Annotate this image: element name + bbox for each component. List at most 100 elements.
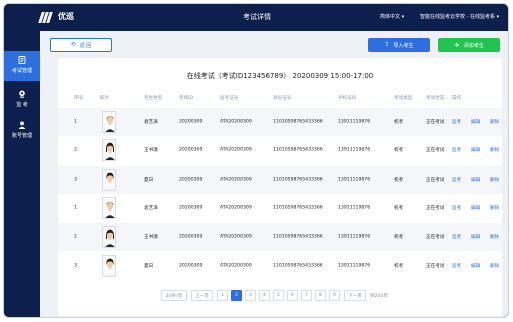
language-selector[interactable]: 简体中文 ▾ [380, 13, 404, 20]
monitor-icon [18, 90, 26, 98]
candidate-name: 袁艺泽 [144, 206, 158, 211]
edit-link[interactable]: 编辑 [471, 263, 480, 269]
table-row: 3 夏日 20200309 ATA20200309 11010598765433366 1… [58, 252, 502, 280]
candidate-name: 王书潇 [144, 235, 158, 240]
page-button[interactable]: 5 [273, 290, 284, 301]
proctor-link[interactable]: 监考 [452, 177, 461, 183]
sidebar-item-label: 监 考 [16, 102, 28, 108]
room-id: 20200309 [179, 177, 203, 183]
phone-number: 13911119876 [338, 147, 371, 153]
id-card-number: 11010598765433366 [273, 263, 323, 269]
table-row: 2 王书潇 20200309 ATA20200309 11010598765433366… [58, 223, 502, 251]
admission-ticket: ATA20200309 [220, 205, 252, 211]
exam-status: 正在考试 [426, 148, 445, 153]
column-header: 操作 [452, 96, 462, 101]
page-button[interactable]: 8 [315, 290, 326, 301]
delete-link[interactable]: 删除 [490, 177, 499, 183]
page-button[interactable]: 1 [217, 290, 228, 301]
room-id: 20200309 [179, 263, 203, 269]
room-id: 20200309 [179, 234, 203, 240]
page-button[interactable]: 7 [301, 290, 312, 301]
add-candidate-button[interactable]: + 添加考生 [438, 38, 500, 52]
proctor-link[interactable]: 监考 [452, 263, 461, 269]
exam-status: 正在考试 [426, 178, 445, 183]
plus-icon: + [454, 41, 460, 49]
candidate-photo [102, 255, 116, 277]
edit-link[interactable]: 编辑 [471, 205, 480, 211]
room-id: 20200309 [179, 119, 203, 125]
document-icon [18, 56, 26, 64]
admission-ticket: ATA20200309 [220, 177, 252, 183]
edit-link[interactable]: 编辑 [471, 147, 480, 153]
delete-link[interactable]: 删除 [490, 147, 499, 153]
exam-type: 机考 [394, 206, 404, 211]
proctor-link[interactable]: 监考 [452, 234, 461, 240]
table-row: 3 夏日 20200309 ATA20200309 11010598765433366 1… [58, 166, 502, 194]
row-index: 1 [74, 119, 77, 125]
admission-ticket: ATA20200309 [220, 234, 252, 240]
room-id: 20200309 [179, 147, 203, 153]
edit-link[interactable]: 编辑 [471, 177, 480, 183]
arrow-left-icon: ⟲ [70, 41, 76, 48]
page-size-select[interactable]: 20条/页 [161, 290, 187, 301]
candidate-photo [102, 169, 116, 191]
import-button-label: 导入考生 [393, 42, 414, 49]
candidate-photo [102, 139, 116, 161]
upload-icon: ⇪ [384, 41, 390, 48]
back-button[interactable]: ⟲ 返 回 [50, 38, 112, 52]
id-card-number: 11010598765433366 [273, 147, 323, 153]
import-candidates-button[interactable]: ⇪ 导入考生 [368, 38, 430, 52]
row-index: 2 [74, 234, 77, 240]
page-jump[interactable]: 到200页 [370, 293, 388, 299]
delete-link[interactable]: 删除 [490, 119, 499, 125]
exam-type: 机考 [394, 120, 404, 125]
phone-number: 13911119876 [338, 234, 371, 240]
column-header: 照片 [100, 96, 110, 101]
edit-link[interactable]: 编辑 [471, 234, 480, 240]
next-page-button[interactable]: 下一页 [344, 290, 366, 301]
row-index: 1 [74, 205, 77, 211]
exam-status: 正在考试 [426, 120, 445, 125]
exam-status: 正在考试 [426, 206, 445, 211]
column-header: 身份证号 [273, 96, 292, 101]
page-button[interactable]: 3 [245, 290, 256, 301]
candidate-name: 夏日 [144, 264, 154, 269]
sidebar-item-account-management[interactable]: 账号管理 [4, 116, 40, 146]
table-header: 序号 照片 考生姓名 考场ID 准考证号 身份证号 手机号码 考试类型 考试状态 操作 [58, 91, 502, 105]
column-header: 考场ID [179, 96, 194, 101]
user-icon [18, 121, 26, 129]
main-content: ⟲ 返 回 ⇪ 导入考生 + 添加考生 在线考试（考试ID123456789） … [40, 31, 508, 317]
candidate-photo [102, 197, 116, 219]
column-header: 考生姓名 [144, 96, 163, 101]
column-header: 准考证号 [220, 96, 239, 101]
proctor-link[interactable]: 监考 [452, 205, 461, 211]
row-index: 3 [74, 263, 77, 269]
proctor-link[interactable]: 监考 [452, 119, 461, 125]
exam-title: 在线考试（考试ID123456789） 20200309 15:00-17:00 [186, 72, 374, 80]
delete-link[interactable]: 删除 [490, 263, 499, 269]
page-button[interactable]: 4 [259, 290, 270, 301]
back-button-label: 返 回 [79, 42, 92, 49]
add-button-label: 添加考生 [463, 42, 484, 49]
admission-ticket: ATA20200309 [220, 263, 252, 269]
row-index: 2 [74, 147, 77, 153]
prev-page-button[interactable]: 上一页 [191, 290, 213, 301]
sidebar-item-exam-management[interactable]: 考试管理 [4, 51, 40, 81]
candidate-table-panel: 在线考试（考试ID123456789） 20200309 15:00-17:00… [58, 58, 502, 316]
column-header: 手机号码 [338, 96, 357, 101]
row-index: 3 [74, 177, 77, 183]
id-card-number: 11010598765433366 [273, 205, 323, 211]
room-id: 20200309 [179, 205, 203, 211]
proctor-link[interactable]: 监考 [452, 147, 461, 153]
sidebar-item-proctor[interactable]: 监 考 [4, 85, 40, 115]
edit-link[interactable]: 编辑 [471, 119, 480, 125]
delete-link[interactable]: 删除 [490, 234, 499, 240]
sidebar-item-label: 考试管理 [11, 68, 32, 74]
page-button[interactable]: 6 [287, 290, 298, 301]
delete-link[interactable]: 删除 [490, 205, 499, 211]
candidate-photo [102, 226, 116, 248]
page-button[interactable]: 2 [231, 290, 242, 301]
school-selector[interactable]: 智能在线监考云学校 - 在线监考系 ▾ [420, 13, 499, 20]
page-button[interactable]: 9 [329, 290, 340, 301]
exam-type: 机考 [394, 264, 404, 269]
